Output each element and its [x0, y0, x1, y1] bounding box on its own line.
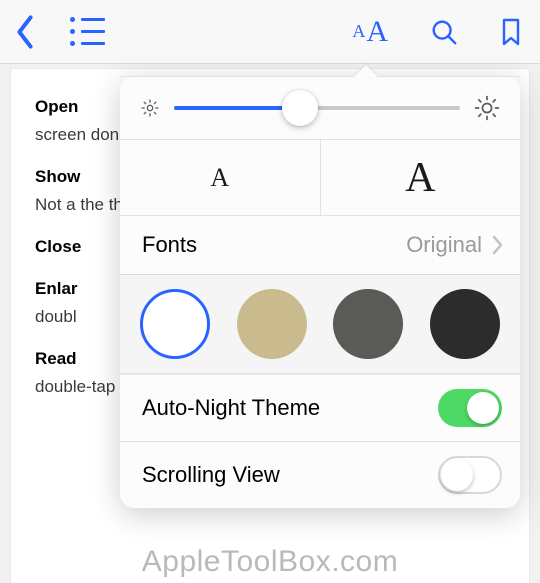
table-of-contents-button[interactable]	[70, 17, 105, 46]
auto-night-label: Auto-Night Theme	[142, 395, 320, 421]
brightness-thumb[interactable]	[282, 90, 318, 126]
theme-black[interactable]	[430, 289, 500, 359]
page-bold-1: Show	[35, 167, 80, 186]
chevron-right-icon	[492, 235, 504, 255]
theme-swatches-row	[120, 274, 520, 374]
appearance-small-a: A	[352, 21, 365, 42]
popover-arrow	[354, 65, 378, 77]
page-text-3: doubl	[35, 307, 77, 326]
fonts-row[interactable]: Fonts Original	[120, 215, 520, 274]
page-bold-3: Enlar	[35, 279, 78, 298]
scrolling-view-toggle[interactable]	[438, 456, 502, 494]
back-button[interactable]	[14, 14, 36, 50]
theme-gray[interactable]	[333, 289, 403, 359]
decrease-font-button[interactable]: A	[120, 140, 321, 215]
bookmark-button[interactable]	[500, 17, 522, 47]
fonts-label: Fonts	[142, 232, 197, 258]
page-bold-4: Read	[35, 349, 77, 368]
brightness-slider[interactable]	[174, 106, 460, 110]
page-bold-0: Open	[35, 97, 78, 116]
font-size-row: A A	[120, 139, 520, 215]
increase-font-button[interactable]: A	[321, 140, 521, 215]
brightness-row	[120, 76, 520, 139]
page-bold-2: Close	[35, 237, 81, 256]
scrolling-view-row: Scrolling View	[120, 441, 520, 508]
appearance-big-a: A	[366, 15, 388, 49]
brightness-high-icon	[474, 95, 500, 121]
appearance-button[interactable]: AA	[352, 15, 388, 49]
theme-sepia[interactable]	[237, 289, 307, 359]
appearance-popover: A A Fonts Original Auto-Night Theme Scro…	[120, 76, 520, 508]
auto-night-toggle[interactable]	[438, 389, 502, 427]
fonts-value: Original	[406, 232, 482, 258]
scrolling-view-label: Scrolling View	[142, 462, 280, 488]
auto-night-row: Auto-Night Theme	[120, 374, 520, 441]
brightness-low-icon	[140, 98, 160, 118]
top-toolbar: AA	[0, 0, 540, 64]
theme-white[interactable]	[140, 289, 210, 359]
search-button[interactable]	[430, 18, 458, 46]
